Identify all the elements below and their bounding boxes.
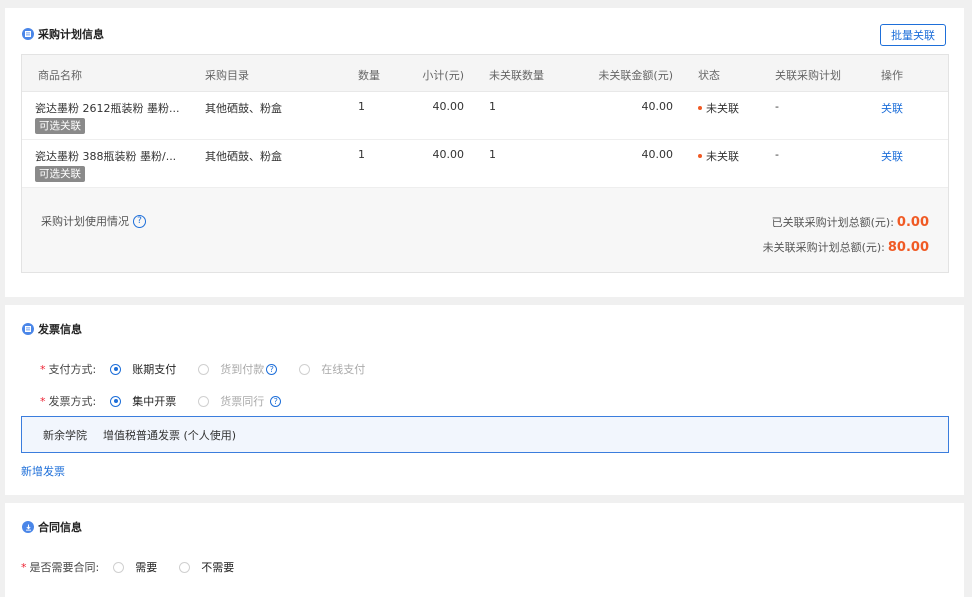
quantity-cell: 1 (358, 100, 365, 113)
column-header-catalog: 采购目录 (205, 69, 249, 82)
payment-option-credit[interactable]: 账期支付 (110, 361, 176, 377)
procurement-plan-card: 采购计划信息 批量关联 商品名称 采购目录 数量 小计(元) 未关联数量 未关联… (5, 8, 964, 297)
subtotal-cell: 40.00 (432, 100, 465, 113)
radio-unchecked-icon[interactable] (198, 363, 210, 375)
status-badge: 未关联 (698, 100, 739, 116)
optional-link-tag: 可选关联 (35, 118, 85, 134)
contract-option-no[interactable]: 不需要 (179, 559, 234, 575)
linked-total-value: 0.00 (896, 215, 929, 230)
status-text: 未关联 (706, 102, 739, 115)
radio-unchecked-icon[interactable] (179, 561, 191, 573)
selected-invoice-card[interactable]: 新余学院 增值税普通发票 (个人使用) (21, 416, 949, 453)
plan-usage-label: 采购计划使用情况 ? (41, 213, 146, 229)
invoice-option-with-goods-label: 货票同行 (220, 395, 265, 408)
download-icon (22, 521, 34, 533)
unlinked-amount-cell: 40.00 (641, 100, 674, 113)
invoice-option-centralized-label: 集中开票 (132, 395, 177, 408)
unlinked-total-value: 80.00 (887, 240, 929, 255)
status-dot-icon (698, 106, 702, 110)
contract-title-text: 合同信息 (38, 521, 82, 534)
procurement-plan-section-title: 采购计划信息 (22, 26, 104, 42)
payment-option-online-label: 在线支付 (321, 363, 366, 376)
status-dot-icon (698, 154, 702, 158)
status-badge: 未关联 (698, 148, 739, 164)
procurement-plan-title-text: 采购计划信息 (38, 28, 104, 41)
column-header-quantity: 数量 (358, 69, 380, 82)
column-header-subtotal: 小计(元) (422, 69, 464, 82)
required-marker: * (40, 394, 46, 408)
payment-option-cod[interactable]: 货到付款 ? (198, 361, 278, 377)
invoice-option-with-goods[interactable]: 货票同行 ? (198, 393, 282, 409)
contract-section-title: 合同信息 (22, 519, 82, 535)
linked-plan-cell: - (775, 148, 779, 161)
payment-option-online[interactable]: 在线支付 (299, 361, 365, 377)
subtotal-cell: 40.00 (432, 148, 465, 161)
column-header-unlinked-amount: 未关联金额(元) (598, 69, 673, 82)
linked-plan-cell: - (775, 100, 779, 113)
question-mark-icon[interactable]: ? (266, 363, 278, 375)
product-name: 瓷达墨粉 388瓶装粉 墨粉/... (35, 150, 177, 163)
unlinked-amount-cell: 40.00 (641, 148, 674, 161)
contract-option-no-label: 不需要 (201, 561, 235, 574)
invoice-method-label: 发票方式: (48, 395, 97, 408)
invoice-card: 发票信息 * 支付方式: 账期支付 货到付款 ? 在线支付 * 发票方式: 集中… (5, 305, 964, 495)
table-header: 商品名称 采购目录 数量 小计(元) 未关联数量 未关联金额(元) 状态 关联采… (22, 55, 948, 92)
required-marker: * (40, 362, 46, 376)
contract-option-yes-label: 需要 (135, 561, 158, 574)
batch-link-button[interactable]: 批量关联 (880, 24, 946, 46)
plan-usage-text: 采购计划使用情况 (41, 215, 129, 228)
payment-option-cod-label: 货到付款 (220, 363, 265, 376)
table-row: 瓷达墨粉 388瓶装粉 墨粉/... 可选关联 其他硒鼓、粉盒 1 40.00 … (22, 140, 948, 188)
question-mark-icon[interactable]: ? (133, 214, 146, 228)
unlinked-total-label: 未关联采购计划总额(元): (762, 241, 885, 254)
payment-method-label: 支付方式: (48, 363, 97, 376)
catalog-cell: 其他硒鼓、粉盒 (205, 150, 282, 163)
payment-method-row: * 支付方式: 账期支付 货到付款 ? 在线支付 (40, 361, 387, 377)
add-invoice-link[interactable]: 新增发票 (21, 463, 65, 479)
column-header-action: 操作 (881, 69, 903, 82)
radio-unchecked-icon[interactable] (198, 395, 210, 407)
invoice-option-centralized[interactable]: 集中开票 (110, 393, 176, 409)
need-contract-row: * 是否需要合同: 需要 不需要 (21, 559, 256, 575)
invoice-section-title: 发票信息 (22, 321, 82, 337)
unlinked-total: 未关联采购计划总额(元): 80.00 (763, 239, 929, 255)
contract-card: 合同信息 * 是否需要合同: 需要 不需要 (5, 503, 964, 597)
status-text: 未关联 (706, 150, 739, 163)
need-contract-label: 是否需要合同: (29, 561, 100, 574)
required-marker: * (21, 560, 27, 574)
unlinked-qty-cell: 1 (489, 100, 496, 113)
column-header-linked-plan: 关联采购计划 (775, 69, 841, 82)
unlinked-qty-cell: 1 (489, 148, 496, 161)
linked-total-label: 已关联采购计划总额(元): (771, 216, 894, 229)
link-action-button[interactable]: 关联 (881, 148, 903, 164)
radio-unchecked-icon[interactable] (299, 363, 311, 375)
question-mark-icon[interactable]: ? (270, 395, 282, 407)
document-icon (22, 28, 34, 40)
radio-unchecked-icon[interactable] (113, 561, 125, 573)
radio-checked-icon[interactable] (110, 395, 122, 407)
optional-link-tag: 可选关联 (35, 166, 85, 182)
invoice-method-row: * 发票方式: 集中开票 货票同行 ? (40, 393, 303, 409)
column-header-unlinked-qty: 未关联数量 (489, 69, 544, 82)
quantity-cell: 1 (358, 148, 365, 161)
column-header-status: 状态 (698, 69, 720, 82)
invoice-org-name: 新余学院 (43, 428, 87, 442)
contract-option-yes[interactable]: 需要 (113, 559, 157, 575)
catalog-cell: 其他硒鼓、粉盒 (205, 102, 282, 115)
procurement-plan-table: 商品名称 采购目录 数量 小计(元) 未关联数量 未关联金额(元) 状态 关联采… (21, 54, 949, 273)
link-action-button[interactable]: 关联 (881, 100, 903, 116)
linked-total: 已关联采购计划总额(元): 0.00 (772, 214, 929, 230)
payment-option-credit-label: 账期支付 (132, 363, 177, 376)
product-name: 瓷达墨粉 2612瓶装粉 墨粉... (35, 102, 180, 115)
invoice-type: 增值税普通发票 (个人使用) (103, 428, 237, 442)
column-header-product-name: 商品名称 (38, 69, 82, 82)
table-row: 瓷达墨粉 2612瓶装粉 墨粉... 可选关联 其他硒鼓、粉盒 1 40.00 … (22, 92, 948, 140)
invoice-title-text: 发票信息 (38, 323, 82, 336)
document-icon (22, 323, 34, 335)
radio-checked-icon[interactable] (110, 363, 122, 375)
